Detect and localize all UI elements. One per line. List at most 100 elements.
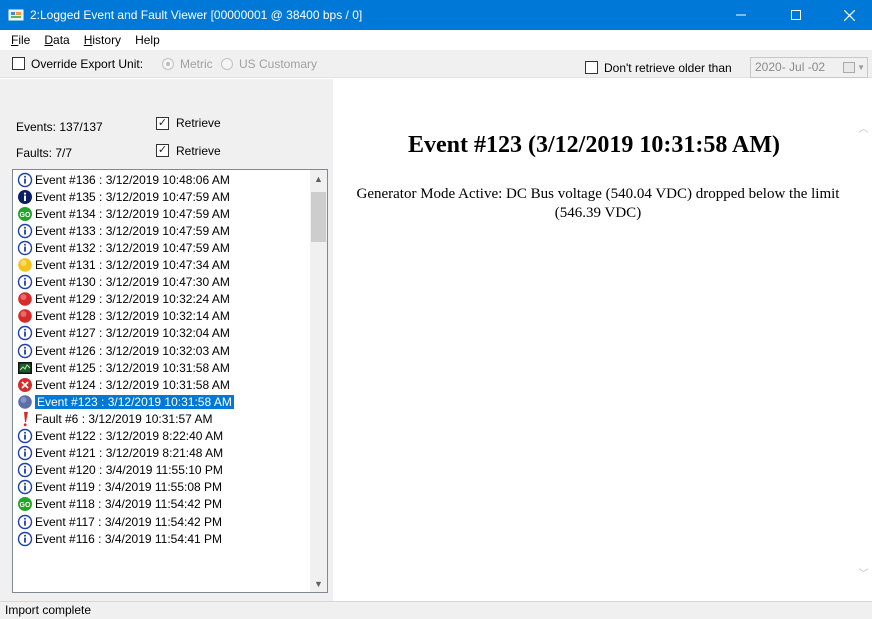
list-item[interactable]: Event #136 : 3/12/2019 10:48:06 AM [13, 171, 303, 188]
list-item[interactable]: Event #116 : 3/4/2019 11:54:41 PM [13, 530, 303, 547]
list-item[interactable]: Event #124 : 3/12/2019 10:31:58 AM [13, 376, 303, 393]
scroll-up-icon[interactable]: ▲ [310, 170, 327, 187]
list-item[interactable]: Event #130 : 3/12/2019 10:47:30 AM [13, 274, 303, 291]
maximize-button[interactable] [773, 0, 819, 30]
list-item-label: Event #135 : 3/12/2019 10:47:59 AM [35, 189, 230, 204]
event-detail-description: Generator Mode Active: DC Bus voltage (5… [356, 186, 840, 221]
calendar-icon [843, 62, 855, 73]
exclamation-icon [17, 411, 33, 427]
menu-bar: File Data History Help [0, 30, 872, 50]
list-item[interactable]: Event #120 : 3/4/2019 11:55:10 PM [13, 462, 303, 479]
list-item[interactable]: Event #127 : 3/12/2019 10:32:04 AM [13, 325, 303, 342]
list-item-label: Event #118 : 3/4/2019 11:54:42 PM [35, 497, 223, 512]
list-item[interactable]: GO Event #118 : 3/4/2019 11:54:42 PM [13, 496, 303, 513]
us-customary-label: US Customary [239, 57, 318, 71]
metric-radio[interactable] [162, 58, 174, 70]
list-item[interactable]: GO Event #134 : 3/12/2019 10:47:59 AM [13, 205, 303, 222]
event-detail-title: Event #123 (3/12/2019 10:31:58 AM) [408, 132, 780, 158]
blue-circle-icon [17, 394, 33, 410]
list-item-label: Event #127 : 3/12/2019 10:32:04 AM [35, 326, 230, 341]
info-icon [17, 240, 33, 256]
title-bar: 2:Logged Event and Fault Viewer [0000000… [0, 0, 872, 30]
dont-retrieve-older-checkbox[interactable] [585, 61, 598, 74]
list-item-label: Event #117 : 3/4/2019 11:54:42 PM [35, 514, 223, 529]
list-item-label: Event #132 : 3/12/2019 10:47:59 AM [35, 240, 230, 255]
list-item[interactable]: Event #121 : 3/12/2019 8:21:48 AM [13, 445, 303, 462]
list-item[interactable]: Event #123 : 3/12/2019 10:31:58 AM [13, 393, 303, 410]
events-retrieve-label: Retrieve [176, 116, 221, 130]
list-item[interactable]: Fault #6 : 3/12/2019 10:31:57 AM [13, 410, 303, 427]
event-list[interactable]: Event #116 : 3/4/2019 11:54:41 PM Event #… [12, 169, 328, 593]
faults-retrieve-checkbox[interactable]: ✓ [156, 144, 169, 157]
info-icon [17, 514, 33, 530]
chevron-down-icon: ▼ [857, 63, 865, 72]
event-detail-panel: Event #123 (3/12/2019 10:31:58 AM) Gener… [333, 111, 872, 601]
list-scrollbar[interactable]: ▲ ▼ [310, 170, 327, 592]
chevron-up-icon[interactable]: ︿ [855, 119, 872, 136]
list-item[interactable]: Event #117 : 3/4/2019 11:54:42 PM [13, 513, 303, 530]
list-item-label: Event #122 : 3/12/2019 8:22:40 AM [35, 429, 224, 443]
list-item-label: Event #121 : 3/12/2019 8:21:48 AM [35, 446, 224, 461]
events-retrieve-checkbox[interactable]: ✓ [156, 117, 169, 130]
us-customary-radio[interactable] [221, 58, 233, 70]
detail-scrollbar[interactable]: ︿ ﹀ [855, 111, 872, 601]
red-circle-icon [17, 308, 33, 324]
list-item-label: Event #131 : 3/12/2019 10:47:34 AM [35, 258, 230, 272]
list-item[interactable]: Event #135 : 3/12/2019 10:47:59 AM [13, 188, 303, 205]
list-item[interactable]: Event #131 : 3/12/2019 10:47:34 AM [13, 257, 303, 274]
date-picker[interactable]: 2020- Jul -02 ▼ [750, 57, 868, 78]
scrollbar-thumb[interactable] [311, 192, 326, 242]
menu-data[interactable]: Data [37, 33, 76, 47]
chevron-down-icon[interactable]: ﹀ [855, 564, 872, 581]
list-item-label: Event #119 : 3/4/2019 11:55:08 PM [35, 480, 223, 495]
list-item[interactable]: Event #133 : 3/12/2019 10:47:59 AM [13, 222, 303, 239]
list-item-label: Event #136 : 3/12/2019 10:48:06 AM [35, 172, 230, 187]
list-item-label: Fault #6 : 3/12/2019 10:31:57 AM [35, 411, 213, 426]
menu-file[interactable]: File [4, 33, 37, 47]
info-icon [17, 343, 33, 359]
list-item[interactable]: Event #129 : 3/12/2019 10:32:24 AM [13, 291, 303, 308]
info-icon [17, 428, 33, 444]
list-item-label: Event #116 : 3/4/2019 11:54:41 PM [35, 531, 223, 546]
list-item-label: Event #134 : 3/12/2019 10:47:59 AM [35, 206, 230, 221]
override-export-unit-label: Override Export Unit: [31, 57, 144, 71]
list-item[interactable]: Event #122 : 3/12/2019 8:22:40 AM [13, 428, 303, 445]
red-circle-icon [17, 291, 33, 307]
list-item[interactable]: Event #128 : 3/12/2019 10:32:14 AM [13, 308, 303, 325]
list-item[interactable]: Event #119 : 3/4/2019 11:55:08 PM [13, 479, 303, 496]
info-icon [17, 531, 33, 547]
list-item-label: Event #128 : 3/12/2019 10:32:14 AM [35, 309, 230, 324]
minimize-button[interactable] [718, 0, 764, 30]
menu-help[interactable]: Help [128, 33, 167, 47]
info-icon [17, 462, 33, 478]
go-icon: GO [17, 206, 33, 222]
metric-label: Metric [180, 57, 213, 71]
info-icon [17, 172, 33, 188]
info-icon [17, 223, 33, 239]
list-item[interactable]: Event #126 : 3/12/2019 10:32:03 AM [13, 342, 303, 359]
list-item-label: Event #120 : 3/4/2019 11:55:10 PM [35, 463, 223, 478]
info-icon [17, 479, 33, 495]
minimize-icon [736, 14, 746, 16]
faults-retrieve-label: Retrieve [176, 144, 221, 158]
list-item[interactable]: Event #132 : 3/12/2019 10:47:59 AM [13, 239, 303, 256]
close-icon [843, 9, 855, 21]
dont-retrieve-older-label: Don't retrieve older than [604, 61, 732, 75]
override-export-unit-checkbox[interactable] [12, 57, 25, 70]
yellow-circle-icon [17, 257, 33, 273]
menu-history[interactable]: History [77, 33, 128, 47]
scroll-down-icon[interactable]: ▼ [310, 575, 327, 592]
info-icon [17, 325, 33, 341]
maximize-icon [791, 10, 801, 20]
list-item-label: Event #126 : 3/12/2019 10:32:03 AM [35, 343, 230, 358]
svg-text:GO: GO [20, 502, 31, 509]
close-button[interactable] [826, 0, 872, 30]
info-icon [17, 445, 33, 461]
list-item[interactable]: Event #125 : 3/12/2019 10:31:58 AM [13, 359, 303, 376]
events-count: Events: 137/137 [16, 120, 103, 134]
list-item-label: Event #129 : 3/12/2019 10:32:24 AM [35, 292, 230, 307]
list-item-label: Event #124 : 3/12/2019 10:31:58 AM [35, 377, 230, 392]
faults-count: Faults: 7/7 [16, 146, 73, 160]
list-item-label: Event #133 : 3/12/2019 10:47:59 AM [35, 223, 230, 238]
info-icon [17, 274, 33, 290]
